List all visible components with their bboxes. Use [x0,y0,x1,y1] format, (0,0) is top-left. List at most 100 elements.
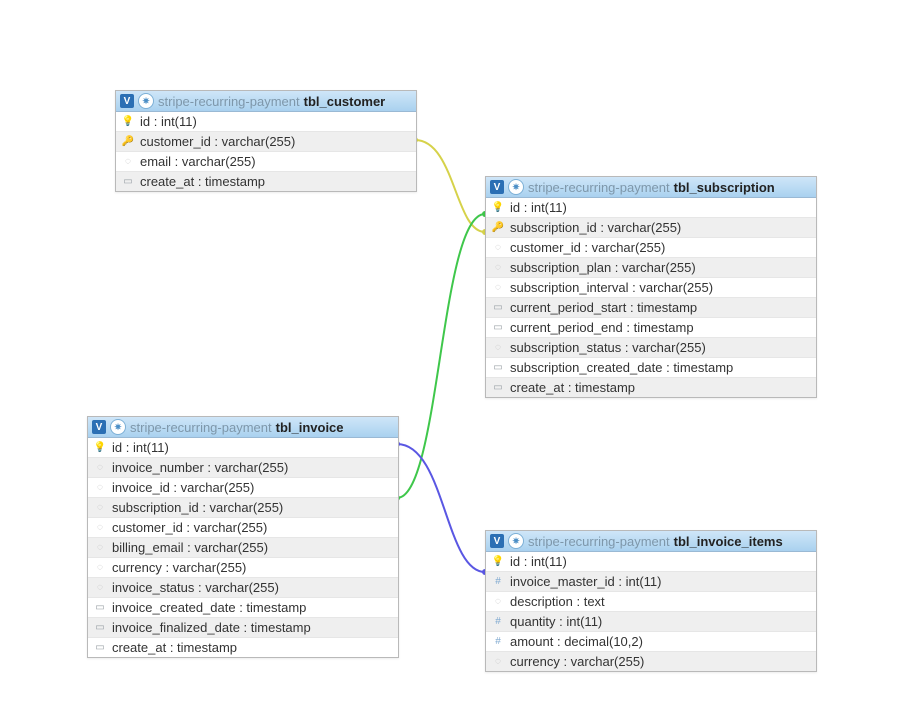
column-def: amount : decimal(10,2) [510,634,643,649]
column-row[interactable]: # invoice_master_id : int(11) [486,571,816,591]
column-type-icon: 💡 [94,442,106,454]
column-type-icon: 💡 [492,202,504,214]
column-row[interactable]: 💡 id : int(11) [486,552,816,571]
column-def: id : int(11) [140,114,197,129]
table-name: tbl_customer [304,94,386,109]
table-header[interactable]: V✷stripe-recurring-paymenttbl_invoice_it… [486,531,816,552]
column-type-icon: ◌ [492,342,504,354]
database-name: stripe-recurring-payment [158,94,300,109]
table-customer[interactable]: V ✷ stripe-recurring-payment tbl_customer 💡 i… [115,90,417,192]
column-row[interactable]: ▭ invoice_finalized_date : timestamp [88,617,398,637]
column-row[interactable]: ◌invoice_number : varchar(255) [88,457,398,477]
column-def: current_period_start : timestamp [510,300,697,315]
column-row[interactable]: ◌customer_id : varchar(255) [486,237,816,257]
column-def: email : varchar(255) [140,154,256,169]
column-row[interactable]: ◌subscription_status : varchar(255) [486,337,816,357]
column-list: 💡 id : int(11) ◌invoice_number : varchar(2… [88,438,398,657]
column-list: 💡 id : int(11) # invoice_master_id : int(11… [486,552,816,671]
column-type-icon: ◌ [492,242,504,254]
view-icon: V [120,94,134,108]
column-type-icon: ◌ [94,542,106,554]
column-row[interactable]: # quantity : int(11) [486,611,816,631]
column-def: create_at : timestamp [140,174,265,189]
column-type-icon: ◌ [492,262,504,274]
gear-icon[interactable]: ✷ [110,419,126,435]
column-row[interactable]: 💡 id : int(11) [116,112,416,131]
column-type-icon: ◌ [94,482,106,494]
table-name: tbl_invoice [276,420,344,435]
column-row[interactable]: ▭create_at : timestamp [116,171,416,191]
column-row[interactable]: ▭subscription_created_date : timestamp [486,357,816,377]
gear-icon[interactable]: ✷ [508,179,524,195]
column-row[interactable]: 🔑customer_id : varchar(255) [116,131,416,151]
column-list: 💡 id : int(11) 🔑customer_id : varchar(255)… [116,112,416,191]
column-type-icon: ◌ [94,462,106,474]
view-icon: V [490,534,504,548]
column-type-icon: ◌ [94,562,106,574]
column-def: invoice_master_id : int(11) [510,574,662,589]
column-row[interactable]: ◌ email : varchar(255) [116,151,416,171]
column-type-icon: # [492,616,504,628]
table-header[interactable]: V✷stripe-recurring-paymenttbl_subscripti… [486,177,816,198]
database-name: stripe-recurring-payment [528,534,670,549]
column-def: create_at : timestamp [510,380,635,395]
gear-icon[interactable]: ✷ [508,533,524,549]
view-icon: V [490,180,504,194]
column-def: description : text [510,594,605,609]
column-row[interactable]: ◌ description : text [486,591,816,611]
column-type-icon: ▭ [492,302,504,314]
column-row[interactable]: ▭create_at : timestamp [88,637,398,657]
column-row[interactable]: ◌currency : varchar(255) [486,651,816,671]
column-def: customer_id : varchar(255) [112,520,267,535]
column-type-icon: ◌ [492,282,504,294]
column-def: create_at : timestamp [112,640,237,655]
column-row[interactable]: ◌ subscription_interval : varchar(255) [486,277,816,297]
column-row[interactable]: 💡 id : int(11) [88,438,398,457]
column-type-icon: ◌ [122,156,134,168]
column-row[interactable]: ◌billing_email : varchar(255) [88,537,398,557]
column-row[interactable]: ◌subscription_plan : varchar(255) [486,257,816,277]
column-row[interactable]: ◌invoice_status : varchar(255) [88,577,398,597]
column-row[interactable]: ▭ current_period_start : timestamp [486,297,816,317]
column-list: 💡 id : int(11) 🔑subscription_id : varchar(… [486,198,816,397]
column-def: current_period_end : timestamp [510,320,694,335]
column-type-icon: ▭ [492,322,504,334]
column-row[interactable]: #amount : decimal(10,2) [486,631,816,651]
column-def: subscription_id : varchar(255) [510,220,681,235]
column-row[interactable]: ◌invoice_id : varchar(255) [88,477,398,497]
column-def: id : int(11) [510,554,567,569]
column-row[interactable]: ◌subscription_id : varchar(255) [88,497,398,517]
column-type-icon: ▭ [94,622,106,634]
column-row[interactable]: ▭ current_period_end : timestamp [486,317,816,337]
column-type-icon: ◌ [492,596,504,608]
table-header[interactable]: V✷stripe-recurring-paymenttbl_invoice [88,417,398,438]
column-row[interactable]: ◌ currency : varchar(255) [88,557,398,577]
er-diagram-canvas: V ✷ stripe-recurring-payment tbl_customer 💡 i… [0,0,924,708]
column-row[interactable]: 🔑subscription_id : varchar(255) [486,217,816,237]
column-type-icon: 💡 [492,556,504,568]
column-def: id : int(11) [112,440,169,455]
column-row[interactable]: ◌customer_id : varchar(255) [88,517,398,537]
column-type-icon: ◌ [94,582,106,594]
column-def: invoice_finalized_date : timestamp [112,620,311,635]
view-icon: V [92,420,106,434]
column-row[interactable]: ▭create_at : timestamp [486,377,816,397]
database-name: stripe-recurring-payment [528,180,670,195]
column-def: id : int(11) [510,200,567,215]
column-row[interactable]: ▭invoice_created_date : timestamp [88,597,398,617]
column-def: subscription_interval : varchar(255) [510,280,713,295]
column-type-icon: 💡 [122,116,134,128]
column-type-icon: ▭ [94,602,106,614]
gear-icon[interactable]: ✷ [138,93,154,109]
column-row[interactable]: 💡 id : int(11) [486,198,816,217]
column-type-icon: # [492,576,504,588]
table-header[interactable]: V ✷ stripe-recurring-payment tbl_customer [116,91,416,112]
table-subscription[interactable]: V✷stripe-recurring-paymenttbl_subscripti… [485,176,817,398]
column-def: quantity : int(11) [510,614,602,629]
column-def: subscription_id : varchar(255) [112,500,283,515]
table-invoice[interactable]: V✷stripe-recurring-paymenttbl_invoice💡id… [87,416,399,658]
table-invoice_items[interactable]: V✷stripe-recurring-paymenttbl_invoice_it… [485,530,817,672]
column-type-icon: 🔑 [122,136,134,148]
column-type-icon: ▭ [492,362,504,374]
column-def: currency : varchar(255) [112,560,246,575]
